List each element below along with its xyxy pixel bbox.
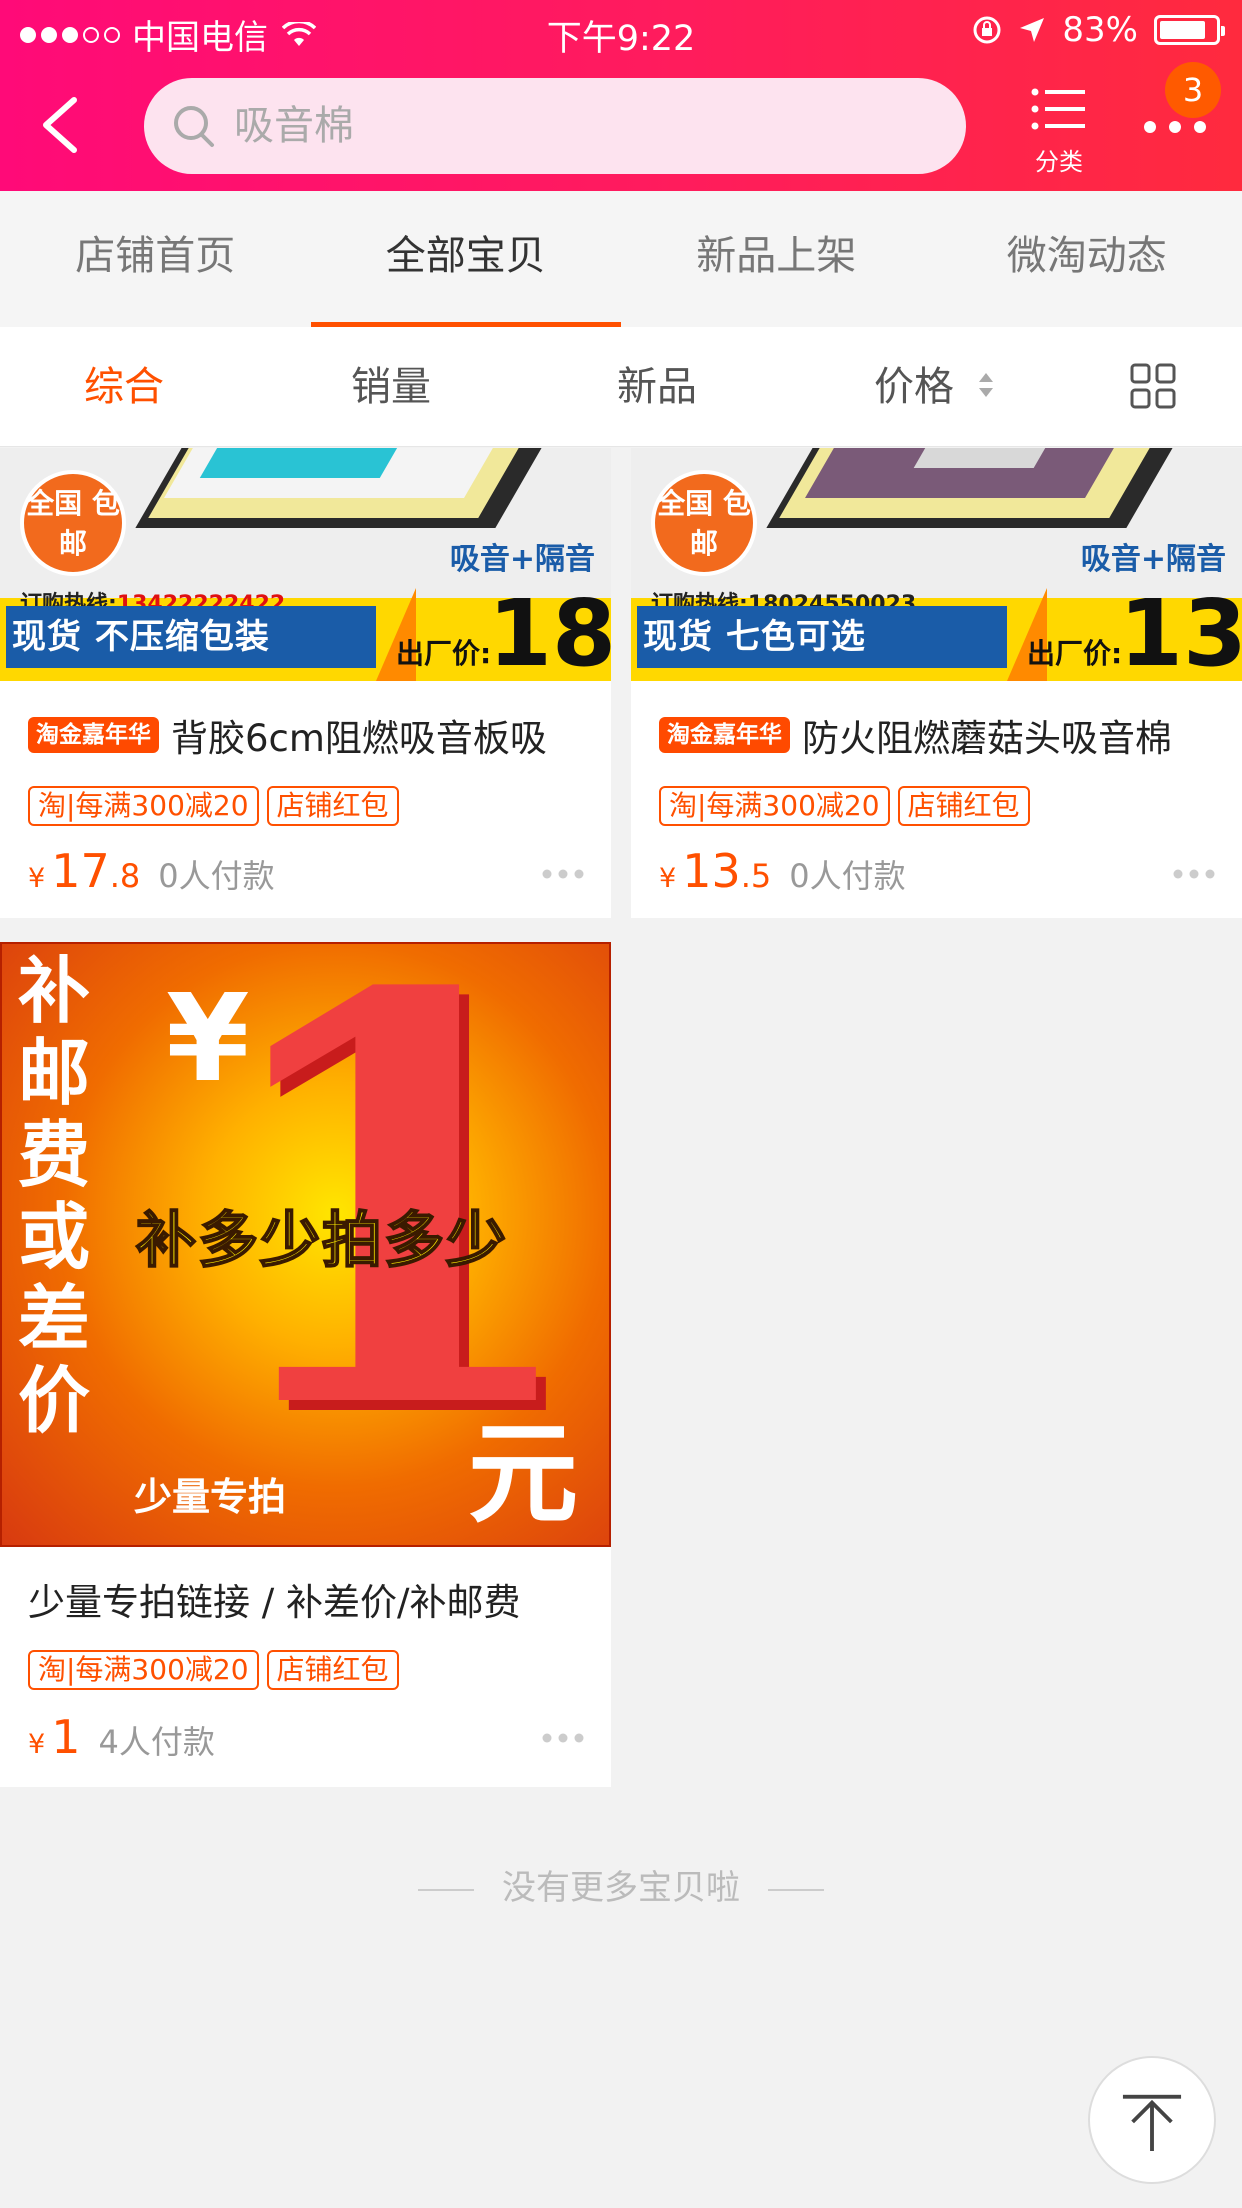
campaign-badge: 淘金嘉年华 (659, 717, 790, 753)
sort-sales[interactable]: 销量 (351, 327, 431, 447)
product-card-3[interactable]: 1 补邮费或差价 ¥ 补多少拍多少 元 少量专拍 少量专拍链接 / 补差价/补邮… (0, 942, 611, 1787)
header: 中国电信 下午9:22 83% 吸音棉 分类 3 (0, 0, 1242, 191)
status-bar: 中国电信 下午9:22 83% (0, 0, 1242, 62)
product-title[interactable]: 防火阻燃蘑菇头吸音棉 (802, 708, 1172, 762)
sort-arrows-icon (978, 373, 993, 397)
promo-footnote: 少量专拍 (134, 1475, 287, 1519)
promo-unit: 元 (468, 1410, 578, 1538)
sort-bar: 综合 销量 新品 价格 (0, 327, 1242, 447)
product-card-2[interactable]: 全国 包邮 吸音+隔音 订购热线:18024550023 现货 七色可选 出厂价… (631, 448, 1242, 918)
more-options-icon[interactable] (541, 1732, 585, 1744)
stock-strip: 现货 不压缩包装 (6, 606, 376, 668)
back-to-top-icon[interactable] (1088, 2056, 1216, 2184)
sort-price[interactable]: 价格 (874, 327, 995, 447)
factory-price: 13 (1119, 580, 1242, 681)
campaign-badge: 淘金嘉年华 (28, 717, 159, 753)
tab-new-arrivals[interactable]: 新品上架 (621, 191, 932, 327)
promo-vertical-text: 补邮费或差价 (18, 949, 91, 1443)
price-integer: 17 (51, 844, 110, 898)
product-card-1[interactable]: 全国 包邮 吸音+隔音 订购热线:13422222422 现货 不压缩包装 出厂… (0, 448, 611, 918)
sold-count: 4人付款 (98, 1723, 215, 1761)
sort-price-label: 价格 (874, 364, 954, 410)
search-box[interactable] (144, 78, 966, 174)
tab-weitao-feed[interactable]: 微淘动态 (932, 191, 1242, 327)
nav-bar: 分类 3 (0, 62, 1242, 191)
price-integer: 13 (682, 844, 741, 898)
location-arrow-icon (1020, 18, 1045, 42)
currency-symbol: ¥ (28, 1729, 46, 1760)
title-row: 少量专拍链接 / 补差价/补邮费 (28, 1572, 598, 1626)
product-image-2[interactable]: 全国 包邮 吸音+隔音 订购热线:18024550023 现货 七色可选 出厂价… (631, 448, 1242, 681)
more-options-icon[interactable] (541, 868, 585, 880)
end-of-list: 没有更多宝贝啦 (0, 1860, 1242, 1909)
sold-count: 0人付款 (158, 857, 275, 895)
price-row: ¥ 1 4人付款 (28, 1710, 215, 1764)
shop-tabs: 店铺首页 全部宝贝 新品上架 微淘动态 (0, 191, 1242, 327)
promo-tag: 淘|每满300减20 (28, 1650, 259, 1690)
sort-new[interactable]: 新品 (617, 327, 697, 447)
grid-view-icon[interactable] (1130, 363, 1176, 409)
promo-tags: 淘|每满300减20 店铺红包 (659, 786, 1030, 826)
currency-symbol: ¥ (659, 863, 677, 894)
price-integer: 1 (51, 1710, 81, 1764)
tab-all-items[interactable]: 全部宝贝 (310, 191, 622, 327)
currency-symbol: ¥ (28, 863, 46, 894)
product-image-3[interactable]: 1 补邮费或差价 ¥ 补多少拍多少 元 少量专拍 (0, 942, 611, 1547)
promo-slogan: 补多少拍多少 (135, 1205, 508, 1277)
back-chevron-icon[interactable] (30, 92, 90, 158)
category-label: 分类 (1035, 148, 1083, 176)
message-badge: 3 (1165, 62, 1221, 118)
title-row: 淘金嘉年华 防火阻燃蘑菇头吸音棉 (659, 708, 1229, 762)
more-options-icon[interactable] (1172, 868, 1216, 880)
free-shipping-badge: 全国 包邮 (20, 470, 126, 576)
status-right: 83% (972, 10, 1225, 50)
factory-price: 18 (488, 580, 611, 681)
promo-tag: 店铺红包 (266, 1650, 399, 1690)
feature-label: 吸音+隔音 (1080, 542, 1226, 577)
rotation-lock-icon (973, 16, 1001, 44)
tab-shop-home[interactable]: 店铺首页 (0, 191, 311, 327)
free-shipping-badge: 全国 包邮 (651, 470, 757, 576)
promo-tag: 淘|每满300减20 (659, 786, 890, 826)
feature-label: 吸音+隔音 (449, 542, 595, 577)
sort-comprehensive[interactable]: 综合 (84, 327, 164, 447)
promo-tag: 店铺红包 (897, 786, 1030, 826)
price-row: ¥ 13 .5 0人付款 (659, 844, 906, 898)
category-button[interactable]: 分类 (1026, 86, 1092, 182)
product-title[interactable]: 少量专拍链接 / 补差价/补邮费 (28, 1572, 520, 1626)
factory-label: 出厂价: (1027, 637, 1123, 670)
stock-strip: 现货 七色可选 (637, 606, 1007, 668)
promo-yen: ¥ (166, 970, 250, 1109)
factory-label: 出厂价: (396, 637, 492, 670)
product-image-1[interactable]: 全国 包邮 吸音+隔音 订购热线:13422222422 现货 不压缩包装 出厂… (0, 448, 611, 681)
promo-tags: 淘|每满300减20 店铺红包 (28, 1650, 399, 1690)
promo-tag: 淘|每满300减20 (28, 786, 259, 826)
end-of-list-text: 没有更多宝贝啦 (502, 1868, 740, 1908)
product-title[interactable]: 背胶6cm阻燃吸音板吸 (171, 708, 547, 762)
title-row: 淘金嘉年华 背胶6cm阻燃吸音板吸 (28, 708, 598, 762)
battery-icon (1154, 15, 1225, 45)
battery-percent: 83% (1062, 10, 1138, 50)
price-decimal: .5 (740, 857, 772, 895)
price-decimal: .8 (109, 857, 141, 895)
search-icon (174, 106, 214, 147)
search-input[interactable] (234, 103, 884, 149)
category-list-icon (1031, 88, 1085, 130)
promo-tags: 淘|每满300减20 店铺红包 (28, 786, 399, 826)
promo-tag: 店铺红包 (266, 786, 399, 826)
sold-count: 0人付款 (789, 857, 906, 895)
price-row: ¥ 17 .8 0人付款 (28, 844, 275, 898)
